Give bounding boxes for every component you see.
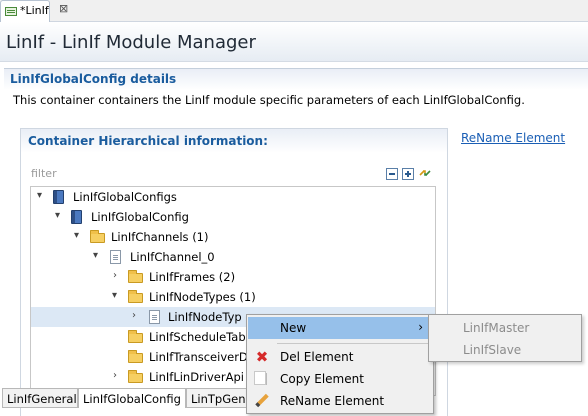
tree-node[interactable]: › LinIfFrames (2): [31, 267, 435, 287]
page-title: LinIf - LinIf Module Manager: [6, 32, 256, 53]
editor-tab-title: *LinIf: [20, 4, 49, 17]
folder-icon: [128, 270, 143, 283]
tree-node[interactable]: ▾ LinIfChannel_0: [31, 247, 435, 267]
hierarchy-section-title[interactable]: Container Hierarchical information:: [28, 134, 268, 148]
tree-node[interactable]: ▾ LinIfGlobalConfigs: [31, 187, 435, 207]
menu-item-del-element[interactable]: ✖ Del Element: [248, 346, 433, 368]
folder-icon: [128, 290, 143, 303]
expand-all-icon[interactable]: [402, 168, 414, 180]
rename-element-link[interactable]: ReName Element: [461, 131, 565, 145]
submenu-item-linif-slave[interactable]: LinIfSlave: [463, 343, 521, 357]
tree-node-label: LinIfFrames (2): [149, 270, 236, 284]
tree-node-label: LinIfNodeTypes (1): [149, 290, 256, 304]
menu-item-label: Del Element: [280, 350, 354, 364]
tree-expander-icon[interactable]: ▾: [55, 210, 65, 222]
pencil-icon: [255, 393, 269, 408]
collapse-all-icon[interactable]: [386, 168, 398, 180]
tree-node-label: LinIfChannels (1): [111, 230, 209, 244]
book-icon: [53, 190, 64, 204]
page-icon: [149, 310, 160, 324]
menu-separator: [277, 343, 431, 344]
tree-node[interactable]: ▾ LinIfChannels (1): [31, 227, 435, 247]
menu-item-new[interactable]: New ›: [248, 317, 433, 339]
delete-icon: ✖: [255, 348, 269, 366]
details-description: This container containers the LinIf modu…: [13, 93, 525, 107]
tree-expander-icon[interactable]: ▾: [37, 190, 47, 202]
tree-node-label: LinIfGlobalConfigs: [73, 190, 177, 204]
module-editor-icon: [5, 7, 17, 16]
tree-expander-icon[interactable]: ›: [113, 270, 123, 282]
tree-expander-icon[interactable]: ▾: [93, 250, 103, 262]
page-tab-linif-global-config[interactable]: LinIfGlobalConfig: [78, 388, 186, 408]
folder-icon: [128, 350, 143, 363]
menu-item-label: New: [280, 321, 307, 335]
tree-node-label: LinIfLinDriverApi: [149, 370, 244, 384]
menu-item-copy-element[interactable]: Copy Element: [248, 368, 433, 390]
book-icon: [71, 210, 82, 224]
editor-tab-strip: [0, 0, 588, 22]
tree-node[interactable]: ▾ LinIfNodeTypes (1): [31, 287, 435, 307]
page-icon: [110, 250, 121, 264]
tree-node-label: LinIfGlobalConfig: [91, 210, 189, 224]
submenu-arrow-icon: ›: [418, 320, 423, 334]
menu-item-label: ReName Element: [280, 394, 385, 408]
tree-expander-icon[interactable]: ▾: [74, 230, 84, 242]
page-tab-lintp-general[interactable]: LinTpGen: [186, 388, 248, 408]
tree-node[interactable]: ▾ LinIfGlobalConfig: [31, 207, 435, 227]
folder-icon: [128, 370, 143, 383]
new-submenu: LinIfMaster LinIfSlave: [428, 314, 582, 362]
submenu-item-linif-master[interactable]: LinIfMaster: [463, 321, 529, 335]
page-tab-linif-general[interactable]: LinIfGeneral: [2, 388, 78, 408]
menu-item-rename-element[interactable]: ReName Element: [248, 390, 433, 412]
filter-input[interactable]: [30, 164, 180, 182]
folder-icon: [128, 330, 143, 343]
tree-expander-icon[interactable]: ›: [113, 370, 123, 382]
tree-node-label: LinIfTransceiverD: [149, 350, 248, 364]
link-editor-icon[interactable]: [418, 166, 432, 180]
tree-node-label: LinIfChannel_0: [130, 250, 215, 264]
context-menu: New › ✖ Del Element Copy Element ReName …: [246, 314, 434, 414]
folder-icon: [90, 230, 105, 243]
copy-icon: [254, 371, 267, 385]
tree-expander-icon[interactable]: ▾: [112, 290, 122, 302]
tree-expander-icon[interactable]: ›: [132, 310, 142, 322]
tree-node-label: LinIfNodeTyp: [168, 310, 242, 324]
menu-item-label: Copy Element: [280, 372, 364, 386]
tree-node-label: LinIfScheduleTab: [149, 330, 246, 344]
close-tab-icon[interactable]: ⊠: [59, 2, 68, 15]
editor-tab-linif[interactable]: *LinIf: [0, 0, 50, 22]
details-section-title[interactable]: LinIfGlobalConfig details: [10, 72, 176, 86]
